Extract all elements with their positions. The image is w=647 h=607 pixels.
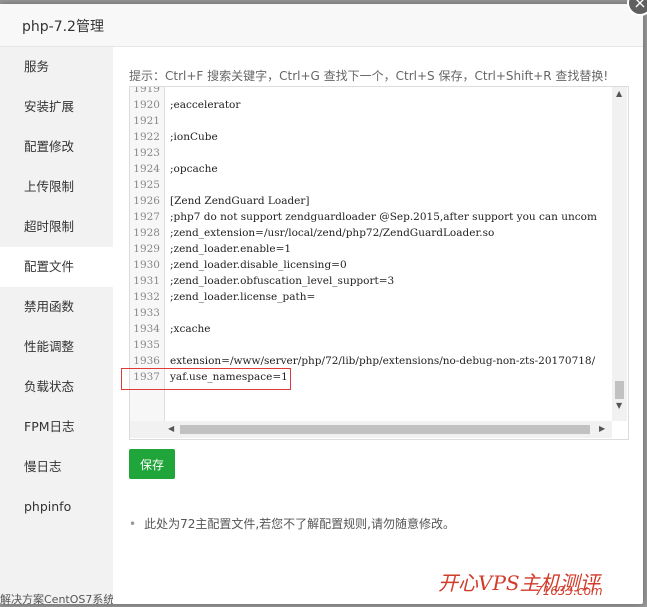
horizontal-scrollbar[interactable]: ◀ ▶ [130,421,612,438]
line-text: ;eaccelerator [170,99,241,111]
code-line[interactable]: 1933 [130,305,612,321]
vertical-scrollbar[interactable]: ▲ ▼ [612,87,627,421]
dialog-titlebar: php-7.2管理 [0,4,643,47]
background-page-text: 解决方案CentOS7系统BebervP+.... [0,593,113,606]
line-number: 1924 [133,163,160,175]
sidebar-item-service[interactable]: 服务 [0,47,113,87]
sidebar-item-phpinfo[interactable]: phpinfo [0,487,113,527]
line-number: 1928 [133,227,160,239]
code-line[interactable]: 1930 ;zend_loader.disable_licensing=0 [130,257,612,273]
line-number: 1932 [133,291,160,303]
vertical-scroll-thumb[interactable] [615,381,624,399]
code-line[interactable]: 1931 ;zend_loader.obfuscation_level_suppo… [130,273,612,289]
line-number: 1933 [133,307,160,319]
code-line[interactable]: 1932 ;zend_loader.license_path= [130,289,612,305]
code-line[interactable]: 1926 [Zend ZendGuard Loader] [130,193,612,209]
code-line[interactable]: 1925 [130,177,612,193]
horizontal-scroll-thumb[interactable] [180,425,590,434]
line-text: ;zend_extension=/usr/local/zend/php72/Ze… [170,227,495,239]
dialog-title: php-7.2管理 [22,19,104,35]
sidebar-item-fpm-log[interactable]: FPM日志 [0,407,113,447]
line-text: ;zend_loader.license_path= [170,291,316,303]
sidebar-item-slow-log[interactable]: 慢日志 [0,447,113,487]
line-number: 1935 [133,339,160,351]
scroll-right-arrow-icon[interactable]: ▶ [599,424,605,433]
line-number: 1920 [133,99,160,111]
code-line[interactable]: 1927 ;php7 do not support zendguardloader… [130,209,612,225]
watermark-url: 71633.com [535,584,603,598]
code-line[interactable]: 1936 extension=/www/server/php/72/lib/php… [130,353,612,369]
sidebar-item-disabled-functions[interactable]: 禁用函数 [0,287,113,327]
scroll-down-arrow-icon[interactable]: ▼ [616,401,622,410]
save-button[interactable]: 保存 [129,449,175,479]
line-number: 1930 [133,259,160,271]
sidebar-item-load-status[interactable]: 负载状态 [0,367,113,407]
config-note: • 此处为72主配置文件,若您不了解配置规则,请勿随意修改。 [129,515,455,532]
sidebar-item-upload-limit[interactable]: 上传限制 [0,167,113,207]
line-number: 1925 [133,179,160,191]
note-text: 此处为72主配置文件,若您不了解配置规则,请勿随意修改。 [144,517,455,531]
line-text: ;xcache [170,323,211,335]
sidebar-item-config-file[interactable]: 配置文件 [0,247,113,287]
annotation-highlight-box [121,368,291,390]
line-number: 1919 [133,87,160,95]
line-number: 1931 [133,275,160,287]
code-line[interactable]: 1922 ;ionCube [130,129,612,145]
php-manager-dialog: php-7.2管理 服务 安装扩展 配置修改 上传限制 超时限制 配置文件 禁用… [0,4,643,607]
line-text: ;zend_loader.obfuscation_level_support=3 [170,275,395,287]
line-text: [Zend ZendGuard Loader] [170,195,310,207]
config-file-panel: 提示：Ctrl+F 搜索关键字，Ctrl+G 查找下一个，Ctrl+S 保存，C… [113,47,643,604]
code-line[interactable]: 1928 ;zend_extension=/usr/local/zend/php7… [130,225,612,241]
code-line[interactable]: 1929 ;zend_loader.enable=1 [130,241,612,257]
line-text: ;ionCube [170,131,218,143]
scroll-left-arrow-icon[interactable]: ◀ [168,424,174,433]
bullet-icon: • [129,517,137,531]
line-number: 1927 [133,211,160,223]
line-number: 1926 [133,195,160,207]
code-line[interactable]: 1921 [130,113,612,129]
line-text: ;php7 do not support zendguardloader @Se… [170,211,597,223]
line-number: 1936 [133,355,160,367]
code-line[interactable]: 1919 [130,87,612,97]
sidebar-item-config-modify[interactable]: 配置修改 [0,127,113,167]
line-number: 1921 [133,115,160,127]
line-text: ;opcache [170,163,218,175]
code-line[interactable]: 1920 ;eaccelerator [130,97,612,113]
line-number: 1934 [133,323,160,335]
line-number: 1922 [133,131,160,143]
code-line[interactable]: 1935 [130,337,612,353]
sidebar-item-timeout-limit[interactable]: 超时限制 [0,207,113,247]
code-line[interactable]: 1923 [130,145,612,161]
code-line[interactable]: 1924 ;opcache [130,161,612,177]
line-text: ;zend_loader.disable_licensing=0 [170,259,347,271]
sidebar-item-performance[interactable]: 性能调整 [0,327,113,367]
watermark: 开心VPS主机测评 71633.com [438,567,638,607]
code-line[interactable]: 1934 ;xcache [130,321,612,337]
line-number: 1923 [133,147,160,159]
shortcut-tip: 提示：Ctrl+F 搜索关键字，Ctrl+G 查找下一个，Ctrl+S 保存，C… [129,69,609,83]
line-text: ;zend_loader.enable=1 [170,243,292,255]
sidebar: 服务 安装扩展 配置修改 上传限制 超时限制 配置文件 禁用函数 性能调整 负载… [0,47,113,604]
sidebar-item-install-extension[interactable]: 安装扩展 [0,87,113,127]
line-text: extension=/www/server/php/72/lib/php/ext… [170,355,596,367]
line-number: 1929 [133,243,160,255]
scroll-up-arrow-icon[interactable]: ▲ [616,89,622,98]
